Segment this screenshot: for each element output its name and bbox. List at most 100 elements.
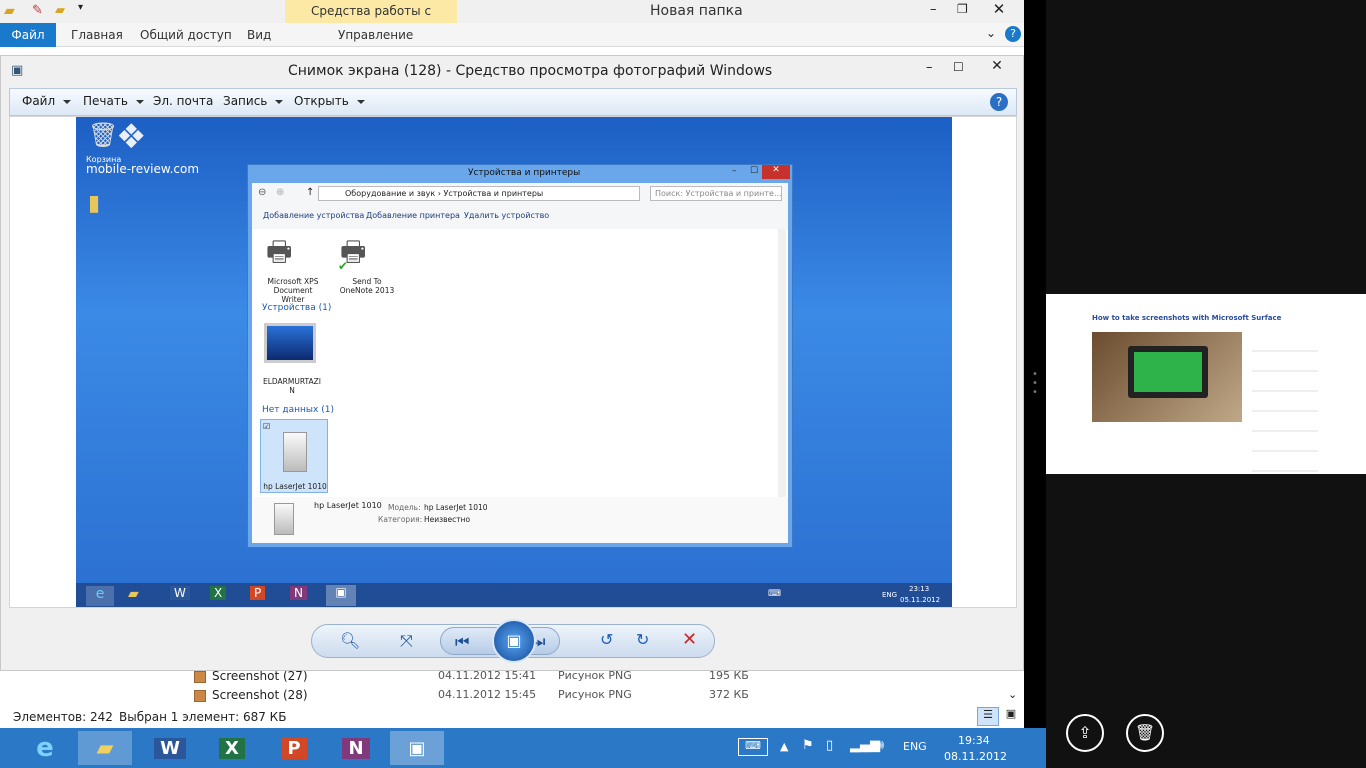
excel-icon[interactable]: X <box>205 731 259 765</box>
tray-date: 05.11.2012 <box>900 596 941 604</box>
customize-qat-icon[interactable]: ▾ <box>78 2 83 13</box>
close-icon[interactable]: ✕ <box>975 58 1019 78</box>
show-hidden-icons-icon[interactable]: ▲ <box>780 740 788 753</box>
devwin-toolbar-area: ⊖ ⊕ ↑ Оборудование и звук › Устройства и… <box>252 183 788 229</box>
file-explorer-icon[interactable]: ▰ <box>78 731 132 765</box>
power-icon[interactable]: ▯ <box>826 738 833 753</box>
scroll-down-icon[interactable]: ⌄ <box>1008 688 1017 701</box>
png-file-icon <box>194 690 206 702</box>
add-device-button: Добавление устройства <box>263 211 365 220</box>
previous-icon[interactable]: ⏮ <box>455 632 469 652</box>
maximize-icon[interactable]: ☐ <box>953 60 964 74</box>
ie-icon[interactable]: e <box>18 731 72 765</box>
image-display-area: 🗑 ❖ Корзина mobile-review.com ▮ Устройст… <box>9 116 1017 608</box>
back-icon: ⊖ <box>258 187 267 198</box>
tab-view[interactable]: Вид <box>247 23 271 47</box>
printer-label: Send To OneNote 2013 <box>339 277 395 295</box>
restore-icon[interactable]: ❐ <box>957 2 968 16</box>
help-icon[interactable]: ? <box>1005 26 1021 42</box>
selection-info: Выбран 1 элемент: 687 КБ <box>119 710 287 724</box>
word-icon: W <box>170 586 190 600</box>
laptop-icon <box>264 323 316 363</box>
devices-list: 🖶 Microsoft XPS Document Writer 🖶 ✔ Send… <box>252 229 788 497</box>
watermark: mobile-review.com <box>86 162 200 176</box>
menu-print[interactable]: Печать <box>83 94 144 108</box>
large-icons-view-icon[interactable]: ▣ <box>1001 707 1021 726</box>
details-view-icon[interactable]: ☰ <box>977 707 999 726</box>
minimize-icon[interactable]: – <box>930 2 937 17</box>
keyboard-icon: ⌨ <box>768 589 781 599</box>
category-value: Неизвестно <box>424 515 471 524</box>
touch-keyboard-icon[interactable]: ⌨ <box>738 738 768 756</box>
clock-time[interactable]: 19:34 <box>958 734 990 747</box>
pin-icon[interactable]: ⇪ <box>1066 714 1104 752</box>
snap-divider-icon[interactable]: • • • <box>1032 370 1038 398</box>
devwin-title: Устройства и принтеры <box>468 168 581 178</box>
tab-manage[interactable]: Управление <box>338 23 413 47</box>
help-icon[interactable]: ? <box>990 93 1008 111</box>
viewer-titlebar: ▣ Снимок экрана (128) - Средство просмот… <box>1 56 1023 86</box>
video-player[interactable] <box>1092 332 1242 422</box>
printer-icon <box>283 432 307 472</box>
model-label: Модель: <box>388 503 421 512</box>
tab-home[interactable]: Главная <box>71 23 123 47</box>
file-list: Screenshot (27) 04.11.2012 15:41 Рисунок… <box>158 668 1022 706</box>
status-bar: Элементов: 242 Выбран 1 элемент: 687 КБ … <box>0 706 1024 728</box>
menu-open[interactable]: Открыть <box>294 94 365 108</box>
viewer-menubar: Файл Печать Эл. почта Запись Открыть ? <box>9 88 1017 116</box>
item-count: Элементов: 242 <box>13 710 113 724</box>
minimize-icon[interactable]: – <box>926 60 933 75</box>
tablet-image <box>1128 346 1208 398</box>
tray-lang: ENG <box>882 591 898 599</box>
tab-file[interactable]: Файл <box>0 23 56 47</box>
folder-icon[interactable]: ▰ <box>4 3 15 19</box>
delete-icon[interactable]: ✕ <box>682 629 697 650</box>
table-row[interactable]: Screenshot (28) 04.11.2012 15:45 Рисунок… <box>194 687 994 705</box>
ie-icon: e <box>86 586 114 606</box>
tray-time: 23:13 <box>909 585 930 593</box>
snapped-webpage: How to take screenshots with Microsoft S… <box>1046 294 1366 474</box>
clock-date[interactable]: 08.11.2012 <box>944 750 1007 763</box>
menu-file[interactable]: Файл <box>22 94 72 108</box>
minimize-icon: – <box>732 166 737 176</box>
new-folder-icon[interactable]: ▰ <box>55 3 65 18</box>
menu-burn[interactable]: Запись <box>223 94 284 108</box>
devices-taskbar-icon: ▣ <box>326 585 356 606</box>
remove-device-button: Удалить устройство <box>464 211 550 220</box>
menu-email[interactable]: Эл. почта <box>153 94 213 108</box>
zoom-icon[interactable]: 🔍︎ <box>340 631 360 650</box>
slideshow-button[interactable]: ▣ <box>492 619 536 663</box>
word-icon[interactable]: W <box>143 731 197 765</box>
devices-window: Устройства и принтеры – ☐ ✕ ⊖ ⊕ ↑ Оборуд… <box>247 164 793 548</box>
close-icon: ✕ <box>762 165 790 179</box>
add-printer-button: Добавление принтера <box>366 211 460 220</box>
delete-icon[interactable]: 🗑 <box>1126 714 1164 752</box>
search-box: Поиск: Устройства и принте... <box>650 186 782 201</box>
rotate-left-icon[interactable]: ↺ <box>600 630 613 649</box>
chevron-down-icon[interactable]: ⌄ <box>986 26 996 40</box>
actual-size-icon[interactable]: ⤧ <box>400 631 413 651</box>
close-icon[interactable]: ✕ <box>976 0 1022 20</box>
onenote-icon[interactable]: N <box>329 731 383 765</box>
file-name: Screenshot (27) <box>212 669 308 683</box>
powerpoint-icon[interactable]: P <box>267 731 321 765</box>
group-devices: Устройства (1) <box>262 303 332 313</box>
selected-device: ☑ hp LaserJet 1010 <box>260 419 328 493</box>
taskbar: e ▰ W X P N ▣ ⌨ ▲ ⚑ ▯ ▂▄▆ 🔊︎ ENG 19:34 0… <box>0 728 1046 768</box>
properties-icon[interactable]: ✎ <box>32 3 43 18</box>
onenote-icon: N <box>290 586 307 600</box>
explorer-titlebar: ▰ ✎ ▰ ▾ Средства работы с рисунками Нова… <box>0 0 1024 40</box>
file-type: Рисунок PNG <box>558 688 632 701</box>
logo-icon: ❖ <box>116 117 147 157</box>
related-videos[interactable] <box>1252 332 1318 472</box>
tab-share[interactable]: Общий доступ <box>140 23 232 47</box>
default-check-icon: ✔ <box>338 259 349 273</box>
viewer-title: Снимок экрана (128) - Средство просмотра… <box>288 63 773 79</box>
action-center-icon[interactable]: ⚑ <box>802 738 814 753</box>
printer-icon <box>274 503 294 535</box>
volume-icon[interactable]: 🔊︎ <box>876 738 884 753</box>
rotate-right-icon[interactable]: ↻ <box>636 630 649 649</box>
language-indicator[interactable]: ENG <box>903 740 927 753</box>
inner-taskbar: e ▰ W X P N ▣ ⌨ ENG 23:13 05.11.2012 <box>76 583 952 607</box>
photo-viewer-icon[interactable]: ▣ <box>390 731 444 765</box>
